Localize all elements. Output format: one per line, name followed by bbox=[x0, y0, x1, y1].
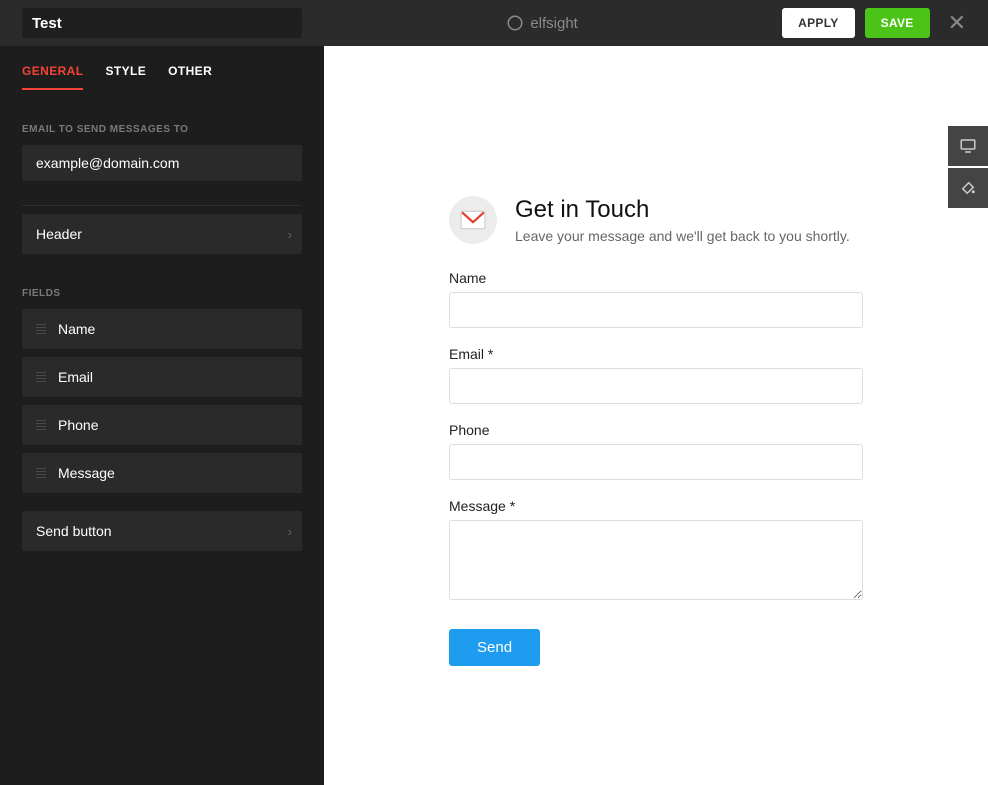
header-settings-item[interactable]: Header › bbox=[22, 214, 302, 254]
apply-button[interactable]: APPLY bbox=[782, 8, 854, 38]
field-item-phone[interactable]: Phone bbox=[22, 405, 302, 445]
desktop-preview-icon[interactable] bbox=[948, 126, 988, 166]
drag-handle-icon[interactable] bbox=[36, 468, 46, 478]
drag-handle-icon[interactable] bbox=[36, 420, 46, 430]
email-recipient-input[interactable] bbox=[22, 145, 302, 181]
tab-other[interactable]: OTHER bbox=[168, 64, 212, 90]
send-button-settings-label: Send button bbox=[36, 523, 112, 539]
email-label: Email * bbox=[449, 346, 863, 362]
drag-handle-icon[interactable] bbox=[36, 372, 46, 382]
tab-style[interactable]: STYLE bbox=[105, 64, 146, 90]
brand-logo: elfsight bbox=[314, 14, 770, 32]
field-item-label: Message bbox=[58, 465, 115, 481]
field-item-label: Name bbox=[58, 321, 95, 337]
drag-handle-icon[interactable] bbox=[36, 324, 46, 334]
brand-text: elfsight bbox=[530, 15, 578, 32]
field-item-message[interactable]: Message bbox=[22, 453, 302, 493]
email-input[interactable] bbox=[449, 368, 863, 404]
mail-icon bbox=[449, 196, 497, 244]
phone-input[interactable] bbox=[449, 444, 863, 480]
form-title: Get in Touch bbox=[515, 196, 850, 224]
send-button-settings-item[interactable]: Send button › bbox=[22, 511, 302, 551]
topbar: elfsight APPLY SAVE ✕ bbox=[0, 0, 988, 46]
tab-general[interactable]: GENERAL bbox=[22, 64, 83, 90]
message-input[interactable] bbox=[449, 520, 863, 600]
form-subtitle: Leave your message and we'll get back to… bbox=[515, 228, 850, 244]
header-settings-label: Header bbox=[36, 226, 82, 242]
settings-sidebar: GENERAL STYLE OTHER EMAIL TO SEND MESSAG… bbox=[0, 46, 324, 785]
preview-pane: Get in Touch Leave your message and we'l… bbox=[324, 46, 988, 785]
send-button[interactable]: Send bbox=[449, 629, 540, 666]
email-section-label: EMAIL TO SEND MESSAGES TO bbox=[22, 124, 302, 135]
chevron-right-icon: › bbox=[288, 524, 292, 539]
widget-title-input[interactable] bbox=[22, 8, 302, 38]
chevron-right-icon: › bbox=[288, 227, 292, 242]
close-icon[interactable]: ✕ bbox=[940, 10, 974, 36]
name-input[interactable] bbox=[449, 292, 863, 328]
field-item-email[interactable]: Email bbox=[22, 357, 302, 397]
save-button[interactable]: SAVE bbox=[865, 8, 930, 38]
field-item-name[interactable]: Name bbox=[22, 309, 302, 349]
field-item-label: Phone bbox=[58, 417, 98, 433]
form-header: Get in Touch Leave your message and we'l… bbox=[449, 196, 863, 244]
paint-bucket-icon[interactable] bbox=[948, 168, 988, 208]
topbar-actions: APPLY SAVE ✕ bbox=[782, 8, 974, 38]
field-item-label: Email bbox=[58, 369, 93, 385]
contact-form: Get in Touch Leave your message and we'l… bbox=[449, 196, 863, 785]
fields-section-label: FIELDS bbox=[22, 288, 302, 299]
message-label: Message * bbox=[449, 498, 863, 514]
name-label: Name bbox=[449, 270, 863, 286]
divider bbox=[22, 205, 302, 206]
settings-tabs: GENERAL STYLE OTHER bbox=[22, 64, 302, 90]
phone-label: Phone bbox=[449, 422, 863, 438]
right-rail bbox=[948, 126, 988, 208]
